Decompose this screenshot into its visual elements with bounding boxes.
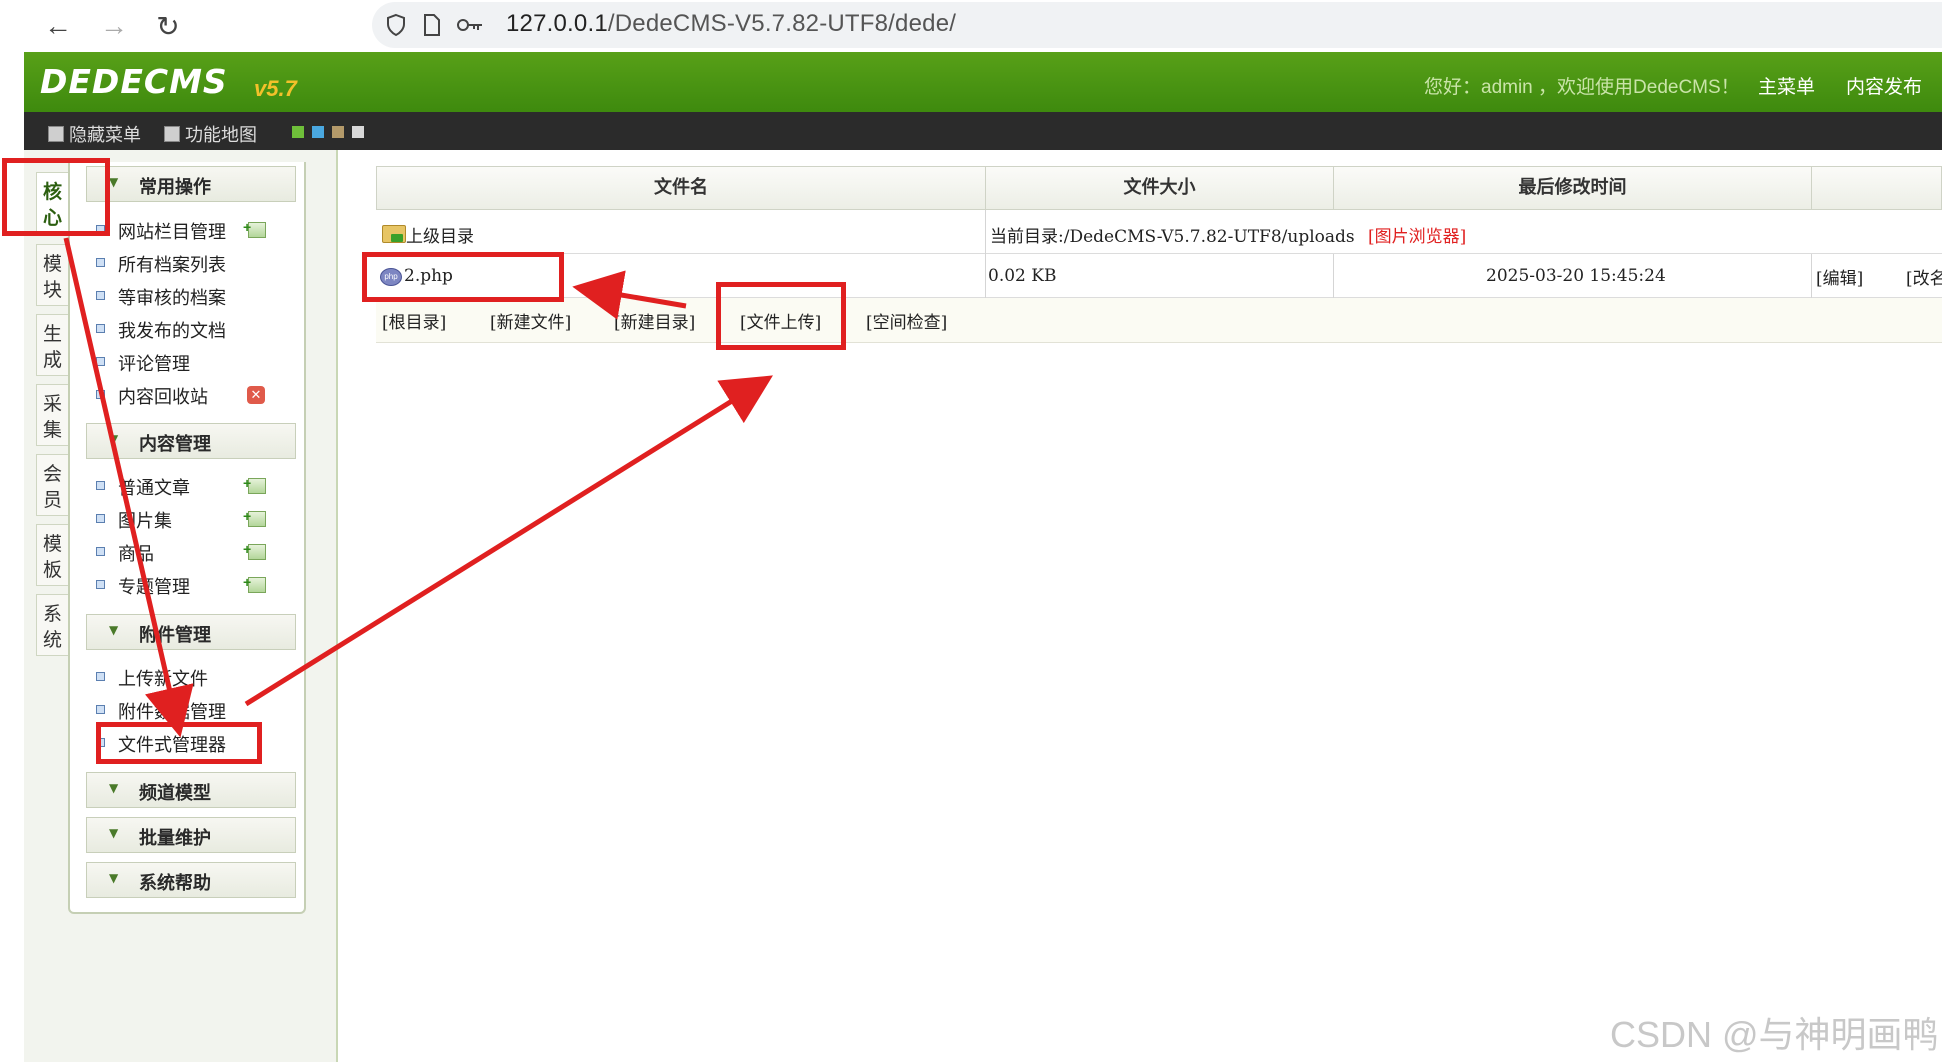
- arrow-to-upload: [244, 375, 773, 707]
- arrow-core-to-filemanager: [63, 237, 194, 738]
- arrow-upload-to-php: [572, 270, 687, 320]
- annotation-arrows: [63, 237, 773, 738]
- watermark: CSDN @与神明画鸭: [1610, 1014, 1939, 1055]
